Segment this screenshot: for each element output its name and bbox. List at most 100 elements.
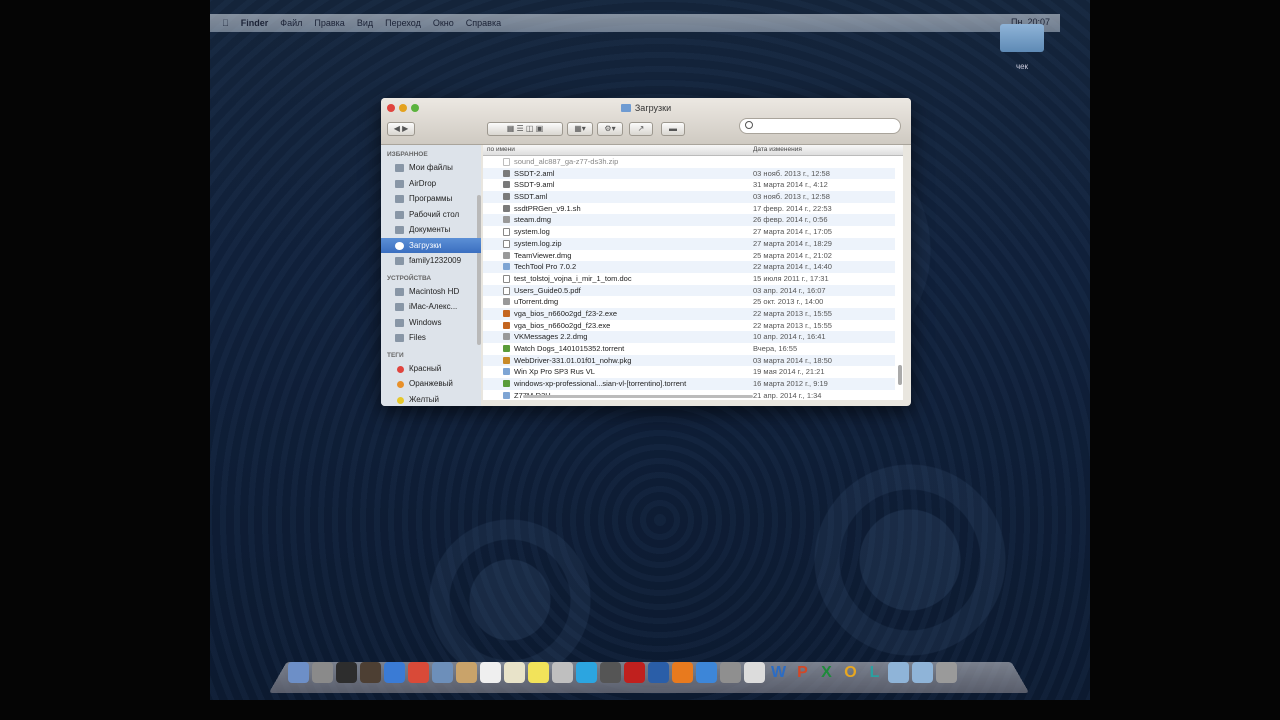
sidebar-item-tag-0[interactable]: Красный xyxy=(381,361,481,377)
sidebar-item-device-3[interactable]: Files xyxy=(381,330,481,346)
file-row[interactable]: TechTool Pro 7.0.2 22 марта 2014 г., 14:4… xyxy=(483,261,895,273)
back-forward-button[interactable]: ◀ ▶ xyxy=(387,122,415,136)
file-file-icon xyxy=(503,169,510,177)
sidebar-item-favorite-4[interactable]: Документы xyxy=(381,222,481,238)
file-name: system.log xyxy=(514,227,550,237)
file-row[interactable]: system.log 27 марта 2014 г., 17:05 xyxy=(483,226,895,238)
search-input[interactable] xyxy=(739,118,901,134)
file-row[interactable]: ssdtPRGen_v9.1.sh 17 февр. 2014 г., 22:53 xyxy=(483,203,895,215)
office-app-icon[interactable]: O xyxy=(840,662,861,683)
pkg-file-icon xyxy=(503,356,510,364)
tags-button[interactable]: ▬ xyxy=(661,122,685,136)
apple-menu-icon[interactable]:  xyxy=(222,18,229,28)
window-title: Загрузки xyxy=(381,103,911,113)
menu-item-3[interactable]: Вид xyxy=(357,18,373,28)
file-row[interactable]: VKMessages 2.2.dmg 10 апр. 2014 г., 16:41 xyxy=(483,331,895,343)
file-row[interactable]: windows-xp-professional...sian-vl-[torre… xyxy=(483,378,895,390)
file-row[interactable]: SSDT.aml 03 нояб. 2013 г., 12:58 xyxy=(483,191,895,203)
documents-stack-icon[interactable] xyxy=(912,662,933,683)
share-button[interactable]: ↗ xyxy=(629,122,653,136)
mission-control-icon[interactable] xyxy=(360,662,381,683)
menu-item-1[interactable]: Файл xyxy=(280,18,302,28)
sidebar-item-label: Оранжевый xyxy=(409,379,453,388)
system-prefs-icon[interactable] xyxy=(720,662,741,683)
sidebar-item-favorite-2[interactable]: Программы xyxy=(381,191,481,207)
launchpad-icon[interactable] xyxy=(312,662,333,683)
sidebar-item-favorite-5[interactable]: Загрузки xyxy=(381,237,481,253)
file-row[interactable]: SSDT-2.aml 03 нояб. 2013 г., 12:58 xyxy=(483,167,895,180)
safari-icon[interactable] xyxy=(384,662,405,683)
torrent-file-icon xyxy=(503,380,510,388)
textedit-icon[interactable] xyxy=(744,662,765,683)
contacts-icon[interactable] xyxy=(456,662,477,683)
file-row[interactable]: SSDT-9.aml 31 марта 2014 г., 4:12 xyxy=(483,179,895,191)
office-app-icon[interactable]: L xyxy=(864,662,885,683)
doc-file-icon xyxy=(503,274,510,283)
stickies-icon[interactable] xyxy=(528,662,549,683)
file-date: 25 окт. 2013 г., 14:00 xyxy=(753,297,824,307)
red-app-icon[interactable] xyxy=(624,662,645,683)
view-mode-buttons[interactable]: ▦ ☰ ◫ ▣ xyxy=(487,122,563,136)
vertical-scrollbar[interactable] xyxy=(898,365,902,385)
sidebar-item-device-0[interactable]: Macintosh HD xyxy=(381,284,481,300)
facetime-icon[interactable] xyxy=(600,662,621,683)
column-date[interactable]: Дата изменения xyxy=(753,146,802,153)
office-app-icon[interactable]: X xyxy=(816,662,837,683)
menu-item-2[interactable]: Правка xyxy=(314,18,344,28)
file-date: 16 марта 2012 г., 9:19 xyxy=(753,379,828,389)
sidebar-item-device-1[interactable]: iMac-Алекс... xyxy=(381,299,481,315)
office-app-icon[interactable]: P xyxy=(792,662,813,683)
preview-icon[interactable] xyxy=(432,662,453,683)
desktop-folder-icon[interactable] xyxy=(1000,24,1044,52)
finder-icon[interactable] xyxy=(288,662,309,683)
appstore-icon[interactable] xyxy=(696,662,717,683)
blue-app-icon[interactable] xyxy=(648,662,669,683)
file-row[interactable]: Users_Guide0.5.pdf 03 апр. 2014 г., 16:07 xyxy=(483,284,895,297)
arrange-button[interactable]: ▦▾ xyxy=(567,122,593,136)
file-row[interactable]: Win Xp Pro SP3 Rus VL 19 мая 2014 г., 21:… xyxy=(483,366,895,378)
downloads-stack-icon[interactable] xyxy=(888,662,909,683)
photo-icon[interactable] xyxy=(552,662,573,683)
sidebar-item-favorite-0[interactable]: Мои файлы xyxy=(381,160,481,176)
horizontal-scrollbar[interactable] xyxy=(523,395,753,398)
sidebar-item-tag-1[interactable]: Оранжевый xyxy=(381,376,481,392)
skype-icon[interactable] xyxy=(576,662,597,683)
trash-icon[interactable] xyxy=(936,662,957,683)
sidebar-item-favorite-6[interactable]: family1232009 xyxy=(381,253,481,269)
file-row[interactable]: TeamViewer.dmg 25 марта 2014 г., 21:02 xyxy=(483,250,895,262)
file-date: 03 апр. 2014 г., 16:07 xyxy=(753,285,826,295)
file-row[interactable]: WebDriver-331.01.01f01_nohw.pkg 03 марта … xyxy=(483,354,895,367)
dashboard-icon[interactable] xyxy=(336,662,357,683)
file-row[interactable]: uTorrent.dmg 25 окт. 2013 г., 14:00 xyxy=(483,296,895,308)
chrome-icon[interactable] xyxy=(408,662,429,683)
calendar-icon[interactable] xyxy=(480,662,501,683)
window-titlebar[interactable]: Загрузки ◀ ▶ ▦ ☰ ◫ ▣ ▦▾ ⚙▾ ↗ ▬ xyxy=(381,98,911,145)
file-row[interactable]: Watch Dogs_1401015352.torrent Вчера, 16:5… xyxy=(483,343,895,355)
file-row[interactable]: vga_bios_n660o2gd_f23.exe 22 марта 2013 г… xyxy=(483,320,895,332)
sidebar-item-favorite-3[interactable]: Рабочий стол xyxy=(381,207,481,223)
file-rows: sound_alc887_ga-z77-ds3h.zip SSDT-2.aml 03… xyxy=(483,156,895,400)
sidebar-item-device-2[interactable]: Windows xyxy=(381,315,481,331)
column-name[interactable]: по имени xyxy=(487,146,515,153)
menu-item-6[interactable]: Справка xyxy=(466,18,501,28)
notes-icon[interactable] xyxy=(504,662,525,683)
file-date: 22 марта 2014 г., 14:40 xyxy=(753,262,832,272)
sidebar-item-favorite-1[interactable]: AirDrop xyxy=(381,176,481,192)
file-row[interactable]: sound_alc887_ga-z77-ds3h.zip xyxy=(483,156,895,168)
file-row[interactable]: vga_bios_n660o2gd_f23-2.exe 22 марта 2013… xyxy=(483,307,895,320)
office-app-icon[interactable]: W xyxy=(768,662,789,683)
folder-file-icon xyxy=(503,368,510,376)
file-row[interactable]: test_tolstoj_vojna_i_mir_1_tom.doc 15 июл… xyxy=(483,273,895,285)
file-name: steam.dmg xyxy=(514,215,552,225)
finder-window: Загрузки ◀ ▶ ▦ ☰ ◫ ▣ ▦▾ ⚙▾ ↗ ▬ ИЗБРАННОЕ… xyxy=(381,98,911,406)
sidebar-item-tag-2[interactable]: Желтый xyxy=(381,392,481,407)
exe-file-icon xyxy=(503,309,510,317)
vlc-icon[interactable] xyxy=(672,662,693,683)
menu-item-0[interactable]: Finder xyxy=(241,18,269,28)
action-gear-button[interactable]: ⚙▾ xyxy=(597,122,623,136)
menu-item-5[interactable]: Окно xyxy=(433,18,454,28)
file-name: windows-xp-professional...sian-vl-[torre… xyxy=(514,379,687,389)
menu-item-4[interactable]: Переход xyxy=(385,18,421,28)
file-row[interactable]: steam.dmg 26 февр. 2014 г., 0:56 xyxy=(483,214,895,227)
file-row[interactable]: system.log.zip 27 марта 2014 г., 18:29 xyxy=(483,237,895,250)
